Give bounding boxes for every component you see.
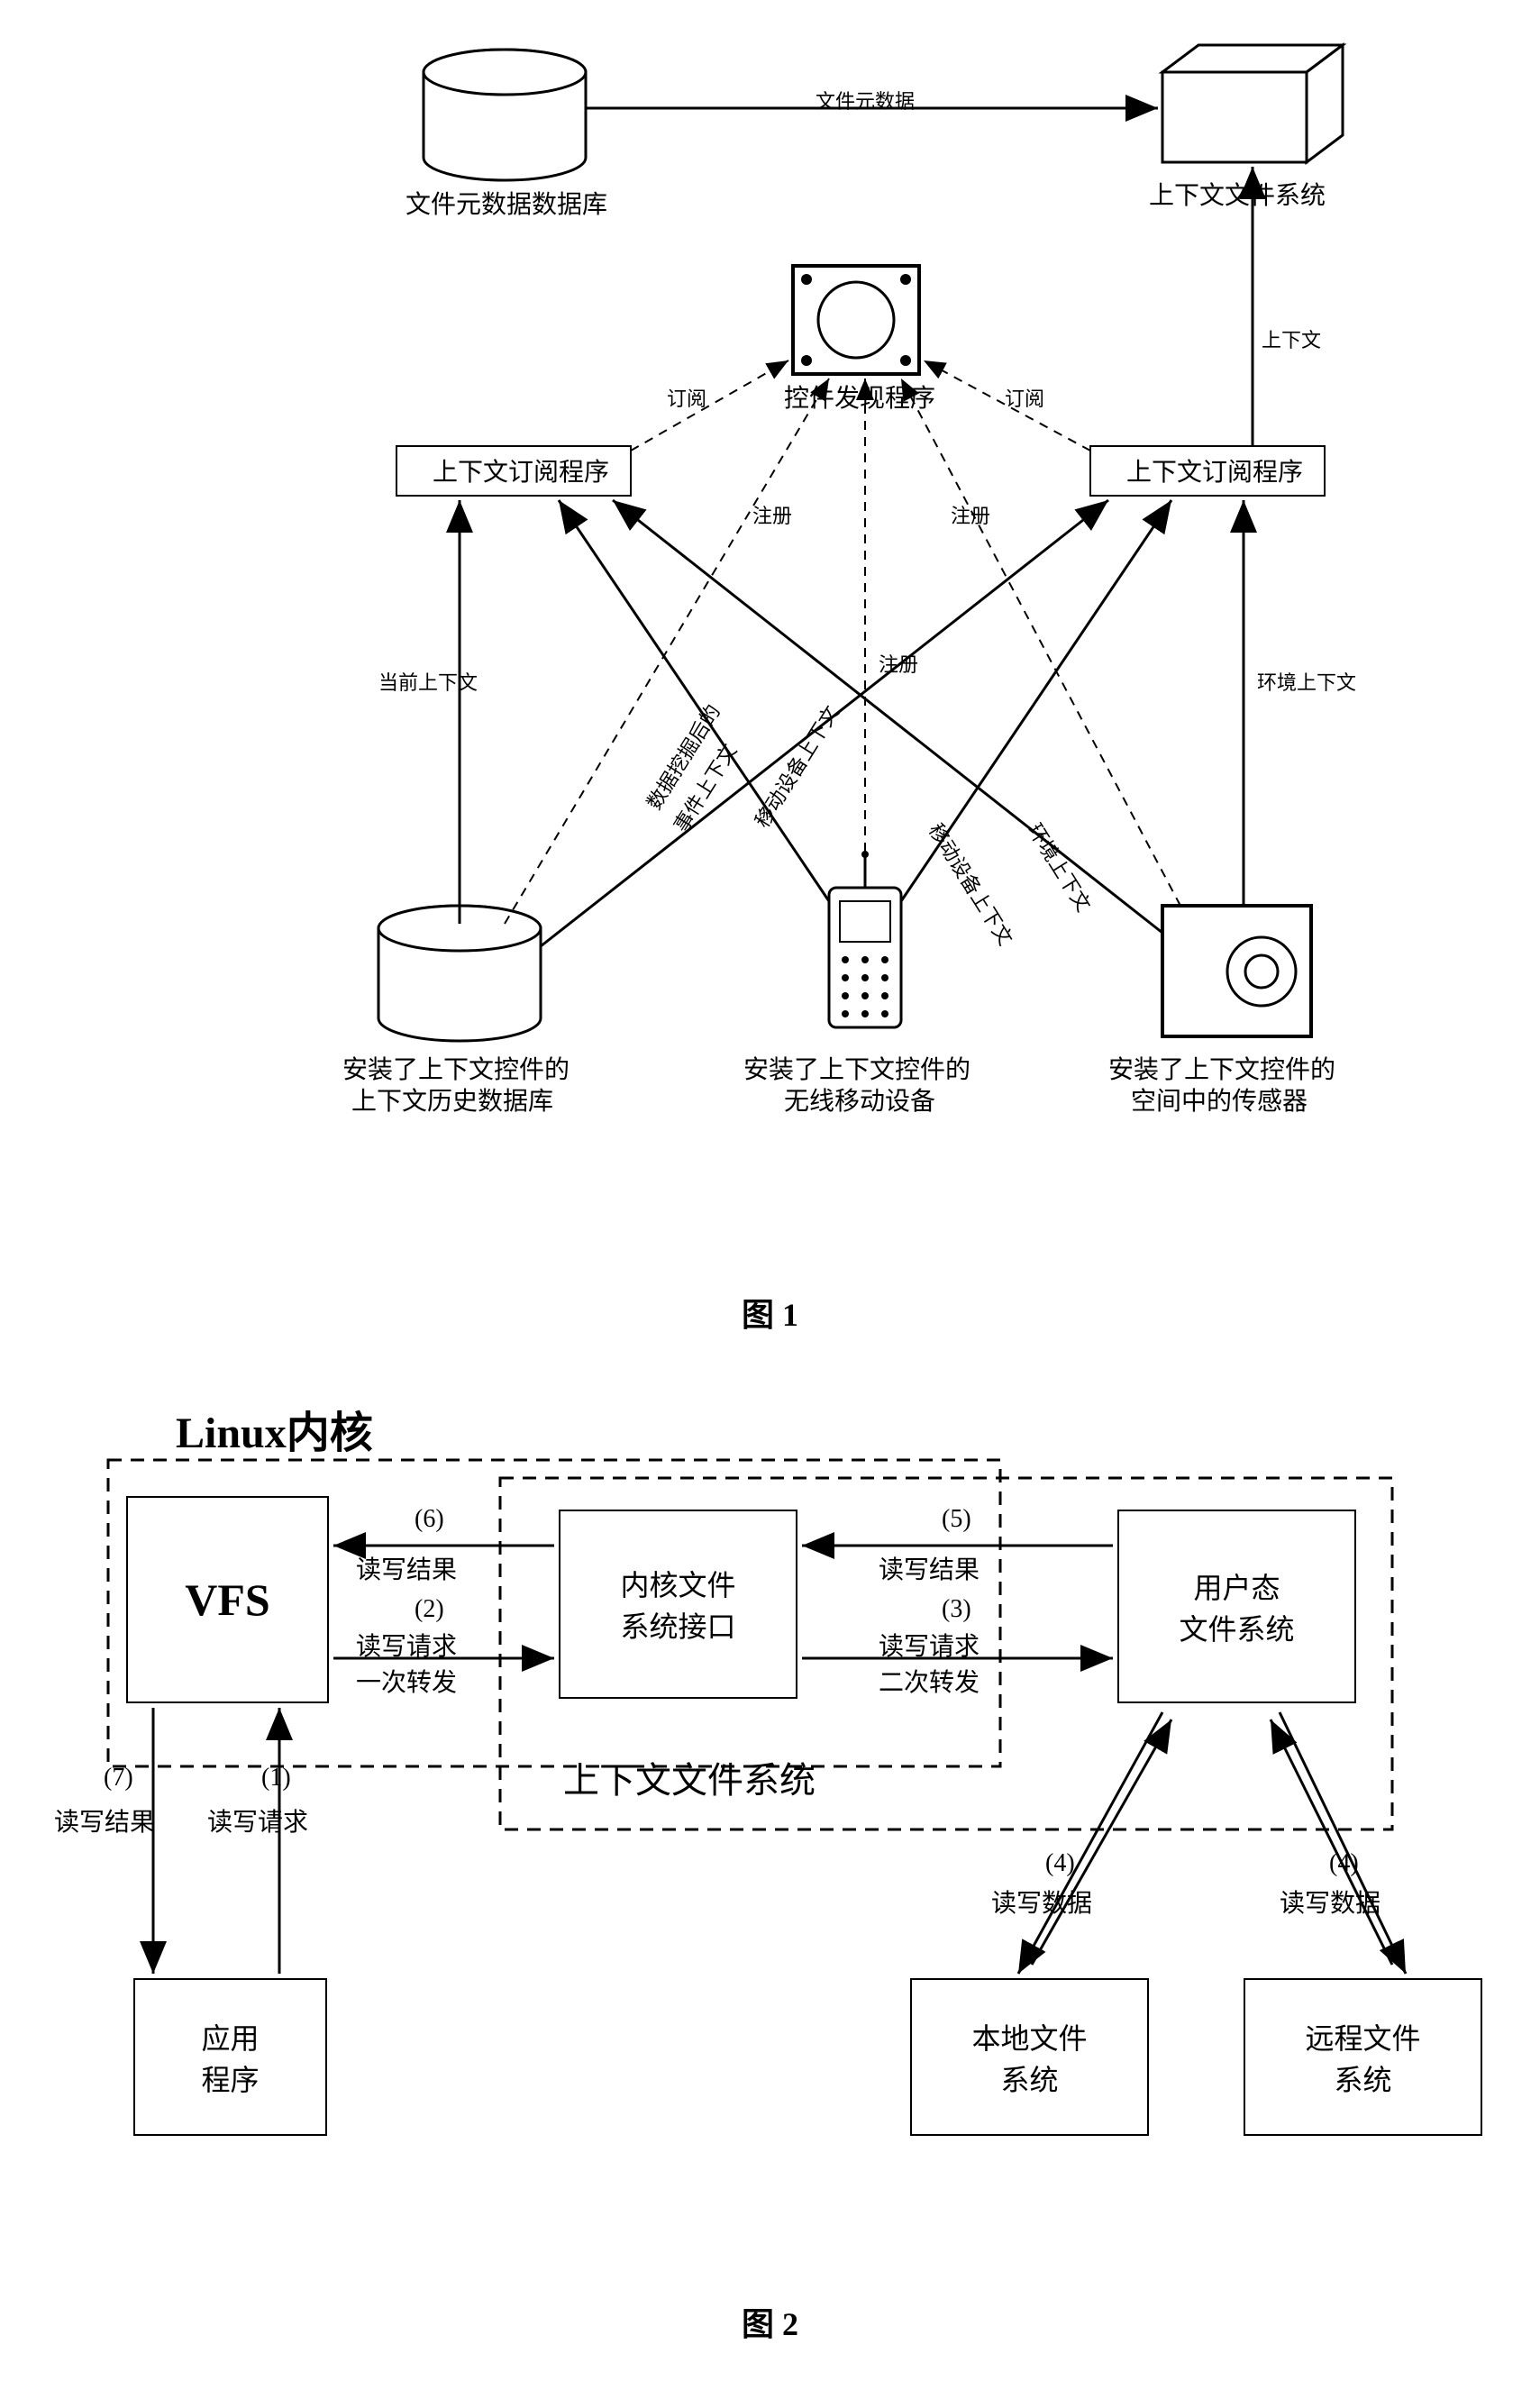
context-fs-icon xyxy=(1162,45,1343,162)
mobile-device-icon xyxy=(829,851,901,1027)
file-metadata-label: 文件元数据 xyxy=(816,86,915,114)
history-db-icon xyxy=(378,906,541,1041)
mobile-label2: 无线移动设备 xyxy=(784,1086,935,1118)
user-fs-box: 用户态 文件系统 xyxy=(1117,1510,1356,1703)
app-box: 应用 程序 xyxy=(133,1978,327,2136)
remote-fs-l1: 远程文件 xyxy=(1305,2016,1420,2057)
e2-txt2: 一次转发 xyxy=(356,1667,457,1700)
context-fs-label: 上下文文件系统 xyxy=(1149,180,1326,213)
e3-txt2: 二次转发 xyxy=(879,1667,980,1700)
edge-4a-up xyxy=(1032,1720,1171,1965)
figure-2: Linux内核 VFS 内核文件 系统 xyxy=(0,1397,1540,2381)
mobile-ctx-right-label: 移动设备上下文 xyxy=(925,819,1017,949)
e6-num: (6) xyxy=(415,1503,444,1536)
subscribe-right-label: 订阅 xyxy=(1005,383,1044,412)
figure-1: 数据挖掘后的 事件上下文 移动设备上下文 移动设备上下文 环境上下文 文件元数据… xyxy=(0,0,1540,1397)
env-ctx-left-label: 环境上下文 xyxy=(1024,819,1096,916)
user-fs-l1: 用户态 xyxy=(1193,1565,1280,1607)
edge-subscribe-left xyxy=(631,360,788,451)
kernel-if-l1: 内核文件 xyxy=(620,1563,735,1604)
edge-mobile-left xyxy=(559,500,829,901)
remote-fs-box: 远程文件 系统 xyxy=(1244,1978,1482,2136)
context-fs-label2: 上下文文件系统 xyxy=(563,1757,816,1804)
app-l1: 应用 xyxy=(201,2016,259,2057)
e5-num: (5) xyxy=(942,1503,971,1536)
env-context-label: 环境上下文 xyxy=(1257,667,1356,696)
kernel-if-box: 内核文件 系统接口 xyxy=(559,1510,797,1699)
remote-fs-l2: 系统 xyxy=(1334,2057,1391,2099)
local-fs-box: 本地文件 系统 xyxy=(910,1978,1149,2136)
e3-num: (3) xyxy=(942,1593,971,1626)
e6-txt: 读写结果 xyxy=(356,1555,457,1587)
mobile-label1: 安装了上下文控件的 xyxy=(743,1054,970,1087)
sensor-label2: 空间中的传感器 xyxy=(1131,1086,1308,1118)
local-fs-l1: 本地文件 xyxy=(971,2016,1087,2057)
edge-4b-down xyxy=(1280,1712,1406,1974)
user-fs-l2: 文件系统 xyxy=(1179,1607,1294,1648)
register-left-label: 注册 xyxy=(752,500,792,529)
figure-2-caption: 图 2 xyxy=(0,2298,1540,2345)
e1-txt: 读写请求 xyxy=(207,1807,308,1839)
history-db-label1: 安装了上下文控件的 xyxy=(342,1054,570,1087)
discover-label: 控件发现程序 xyxy=(784,383,935,415)
e4a-txt: 读写数据 xyxy=(991,1888,1092,1920)
e5-txt: 读写结果 xyxy=(879,1555,980,1587)
vfs-box: VFS xyxy=(126,1496,329,1703)
register-mid-label: 注册 xyxy=(879,649,918,678)
sensor-icon xyxy=(1162,906,1311,1036)
discover-icon xyxy=(793,266,919,374)
subscriber-left-label: 上下文订阅程序 xyxy=(433,457,609,489)
e3-txt1: 读写请求 xyxy=(879,1631,980,1664)
context-label: 上下文 xyxy=(1262,324,1321,353)
e1-num: (1) xyxy=(261,1762,291,1794)
local-fs-l2: 系统 xyxy=(1000,2057,1058,2099)
subscribe-left-label: 订阅 xyxy=(667,383,706,412)
e7-txt: 读写结果 xyxy=(54,1807,155,1839)
subscriber-right-label: 上下文订阅程序 xyxy=(1126,457,1303,489)
mobile-ctx-left-label: 移动设备上下文 xyxy=(751,702,843,832)
e4b-txt: 读写数据 xyxy=(1280,1888,1381,1920)
e4a-num: (4) xyxy=(1045,1847,1075,1880)
edge-4b-up xyxy=(1271,1720,1392,1965)
e2-num: (2) xyxy=(415,1593,444,1626)
kernel-if-l2: 系统接口 xyxy=(620,1604,735,1646)
metadata-db-label: 文件元数据数据库 xyxy=(406,189,607,222)
metadata-db-icon xyxy=(424,50,586,180)
current-context-label: 当前上下文 xyxy=(378,667,478,696)
register-right-label: 注册 xyxy=(951,500,990,529)
history-db-label2: 上下文历史数据库 xyxy=(351,1086,553,1118)
e2-txt1: 读写请求 xyxy=(356,1631,457,1664)
edge-4a-down xyxy=(1018,1712,1162,1974)
e7-num: (7) xyxy=(104,1762,133,1794)
sensor-label1: 安装了上下文控件的 xyxy=(1108,1054,1335,1087)
e4b-num: (4) xyxy=(1329,1847,1359,1880)
app-l2: 程序 xyxy=(201,2057,259,2099)
figure-1-caption: 图 1 xyxy=(0,1289,1540,1336)
